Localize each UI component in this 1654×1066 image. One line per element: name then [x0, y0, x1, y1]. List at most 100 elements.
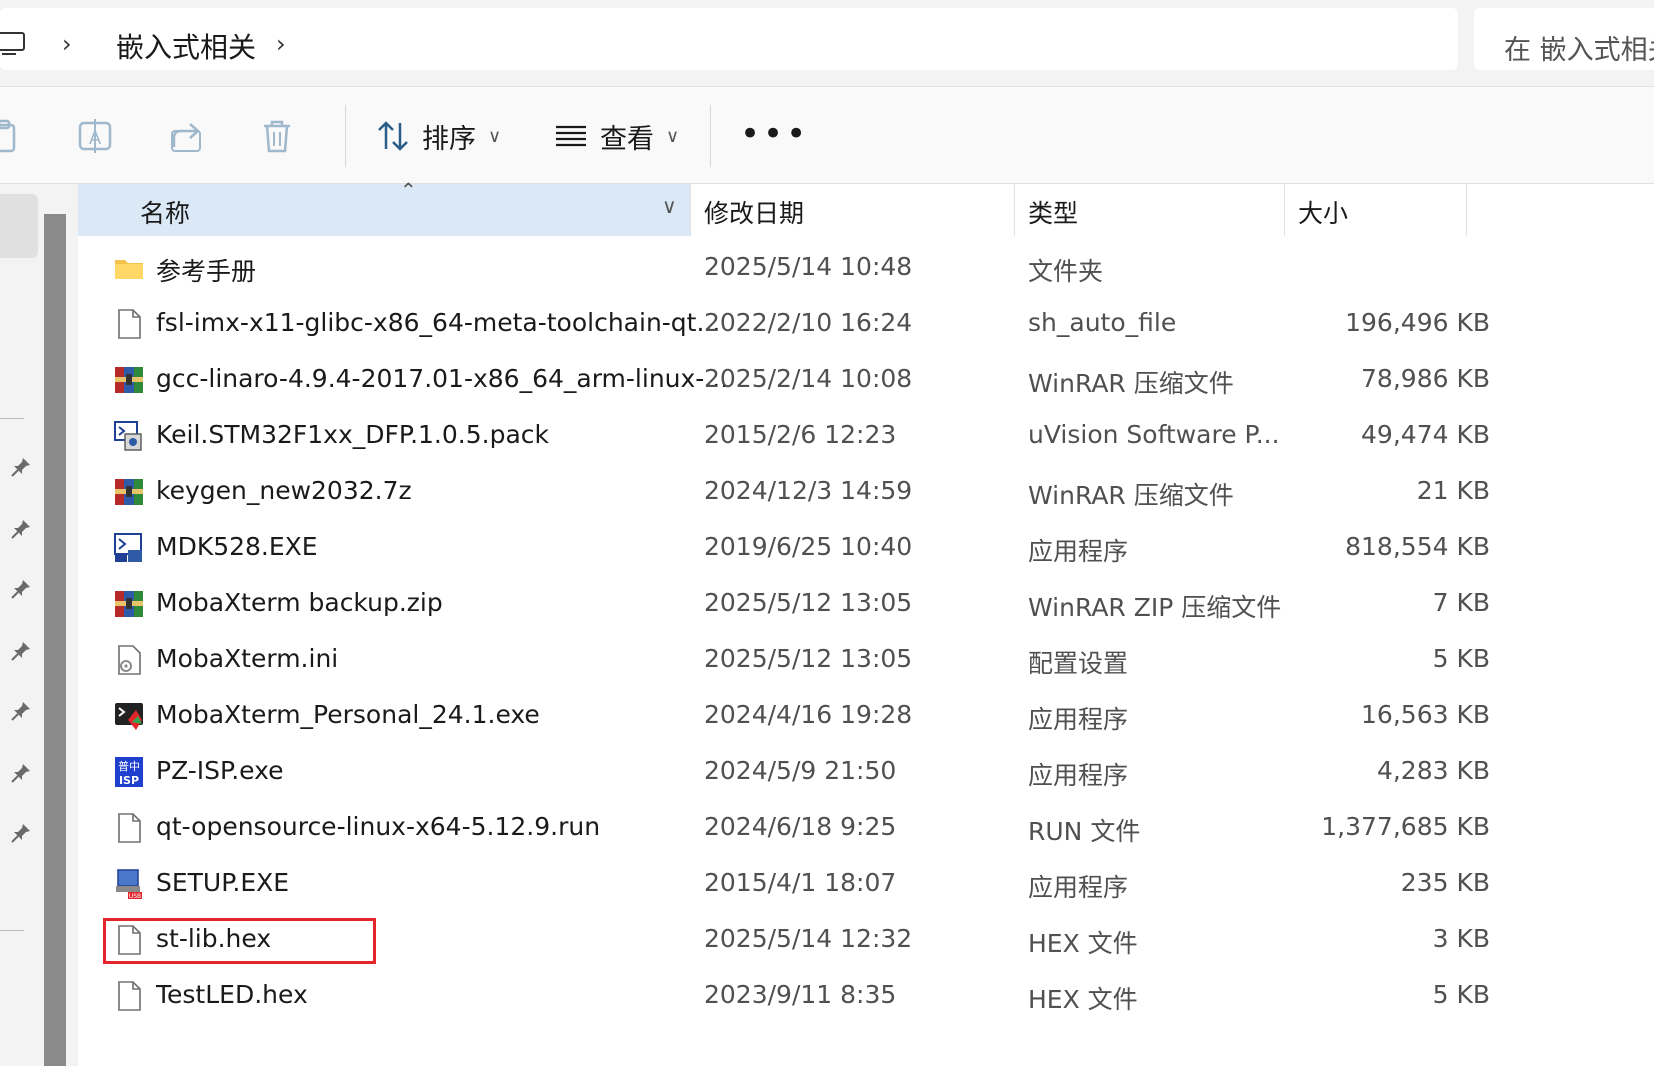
column-filter-chevron-icon[interactable]: ∨: [662, 194, 677, 218]
pin-icon[interactable]: [10, 700, 32, 722]
nav-selected-item[interactable]: [0, 194, 38, 258]
view-button[interactable]: 查看 ∨: [554, 105, 679, 167]
file-rows: 参考手册 2025/5/14 10:48 文件夹 fsl-imx-x11-glibc-…: [78, 240, 1654, 1024]
file-size: 7 KB: [1432, 588, 1490, 617]
file-size: 1,377,685 KB: [1321, 812, 1490, 841]
breadcrumb-current-folder[interactable]: 嵌入式相关: [116, 26, 256, 66]
file-name: fsl-imx-x11-glibc-x86_64-meta-toolchain-…: [156, 308, 721, 337]
file-date: 2024/6/18 9:25: [704, 812, 897, 841]
file-row[interactable]: keygen_new2032.7z 2024/12/3 14:59 WinRAR 压…: [78, 464, 1654, 520]
file-row[interactable]: fsl-imx-x11-glibc-x86_64-meta-toolchain-…: [78, 296, 1654, 352]
generic-file-icon: [114, 308, 144, 340]
search-placeholder: 在 嵌入式相关: [1504, 35, 1654, 66]
file-date: 2023/9/11 8:35: [704, 980, 897, 1009]
file-type: HEX 文件: [1028, 985, 1138, 1014]
pin-icon[interactable]: [10, 762, 32, 784]
keil-exe-icon: [114, 532, 144, 564]
file-type: 配置设置: [1028, 649, 1129, 678]
file-date: 2025/2/14 10:08: [704, 364, 913, 393]
pin-icon[interactable]: [10, 640, 32, 662]
file-row[interactable]: TestLED.hex 2023/9/11 8:35 HEX 文件 5 KB: [78, 968, 1654, 1024]
delete-icon[interactable]: [258, 117, 296, 155]
column-header-size[interactable]: 大小: [1298, 194, 1348, 230]
winrar-icon: [114, 364, 144, 396]
file-type: HEX 文件: [1028, 929, 1138, 958]
file-row[interactable]: 参考手册 2025/5/14 10:48 文件夹: [78, 240, 1654, 296]
file-name: qt-opensource-linux-x64-5.12.9.run: [156, 812, 601, 841]
file-type: WinRAR 压缩文件: [1028, 481, 1234, 510]
paste-icon[interactable]: [0, 117, 24, 155]
rename-icon[interactable]: A: [76, 117, 114, 155]
file-name: PZ-ISP.exe: [156, 756, 284, 785]
file-name: TestLED.hex: [156, 980, 308, 1009]
pz-isp-icon: 普中 ISP: [114, 756, 144, 788]
settings-file-icon: [114, 644, 144, 676]
file-date: 2015/2/6 12:23: [704, 420, 897, 449]
file-row[interactable]: qt-opensource-linux-x64-5.12.9.run 2024/6…: [78, 800, 1654, 856]
file-size: 3 KB: [1432, 924, 1490, 953]
pin-icon[interactable]: [10, 518, 32, 540]
file-date: 2025/5/14 12:32: [704, 924, 913, 953]
file-row[interactable]: Keil.STM32F1xx_DFP.1.0.5.pack 2015/2/6 12…: [78, 408, 1654, 464]
column-separator[interactable]: [1466, 184, 1467, 236]
more-options-button[interactable]: •••: [740, 117, 809, 151]
column-separator[interactable]: [690, 184, 691, 236]
file-date: 2024/5/9 21:50: [704, 756, 897, 785]
file-row[interactable]: 普中 ISP PZ-ISP.exe 2024/5/9 21:50 应用程序 4,283 K…: [78, 744, 1654, 800]
file-date: 2025/5/14 10:48: [704, 252, 913, 281]
search-box[interactable]: 在 嵌入式相关: [1474, 8, 1654, 70]
file-size: 235 KB: [1400, 868, 1490, 897]
sort-icon: [378, 121, 408, 151]
breadcrumb-chevron-icon[interactable]: ›: [276, 30, 286, 58]
folder-icon: [114, 252, 144, 284]
column-separator[interactable]: [1014, 184, 1015, 236]
file-row[interactable]: MobaXterm backup.zip 2025/5/12 13:05 WinRA…: [78, 576, 1654, 632]
column-separator[interactable]: [1284, 184, 1285, 236]
sort-ascending-caret-icon: ⌃: [400, 178, 417, 202]
chevron-down-icon: ∨: [666, 125, 680, 147]
file-type: 文件夹: [1028, 257, 1104, 286]
address-bar[interactable]: › 嵌入式相关 ›: [0, 8, 1458, 70]
sort-button[interactable]: 排序 ∨: [376, 105, 501, 167]
breadcrumb-chevron-icon[interactable]: ›: [62, 30, 72, 58]
file-row[interactable]: st-lib.hex 2025/5/14 12:32 HEX 文件 3 KB: [78, 912, 1654, 968]
file-row[interactable]: MobaXterm_Personal_24.1.exe 2024/4/16 19:…: [78, 688, 1654, 744]
file-row[interactable]: USB SETUP.EXE 2015/4/1 18:07 应用程序 235 KB: [78, 856, 1654, 912]
nav-divider: [0, 930, 24, 931]
column-header-type[interactable]: 类型: [1028, 194, 1078, 230]
column-header-date[interactable]: 修改日期: [704, 194, 804, 230]
file-date: 2022/2/10 16:24: [704, 308, 913, 337]
chevron-down-icon: ∨: [488, 125, 502, 147]
pin-icon[interactable]: [10, 456, 32, 478]
file-name: gcc-linaro-4.9.4-2017.01-x86_64_arm-linu…: [156, 364, 729, 393]
winrar-icon: [114, 476, 144, 508]
file-list: ⌃ 名称 ∨ 修改日期 类型 大小 参考手册 2025/5/14 10:48 文件夹…: [78, 178, 1654, 1066]
file-row[interactable]: MobaXterm.ini 2025/5/12 13:05 配置设置 5 KB: [78, 632, 1654, 688]
pin-icon[interactable]: [10, 822, 32, 844]
file-type: 应用程序: [1028, 873, 1129, 902]
pin-icon[interactable]: [10, 578, 32, 600]
sort-label: 排序: [422, 123, 476, 155]
file-type: RUN 文件: [1028, 817, 1141, 846]
file-size: 78,986 KB: [1361, 364, 1490, 393]
view-list-icon: [556, 125, 586, 147]
file-size: 21 KB: [1416, 476, 1490, 505]
this-pc-icon[interactable]: [0, 32, 26, 56]
generic-file-icon: [114, 812, 144, 844]
generic-file-icon: [114, 980, 144, 1012]
column-header-name[interactable]: 名称: [140, 194, 190, 230]
file-date: 2024/4/16 19:28: [704, 700, 913, 729]
svg-text:普中: 普中: [118, 759, 140, 773]
winrar-icon: [114, 588, 144, 620]
file-date: 2019/6/25 10:40: [704, 532, 913, 561]
nav-scrollbar[interactable]: [44, 214, 66, 1066]
navigation-pane: [0, 184, 40, 1066]
generic-file-icon: [114, 924, 144, 956]
share-icon[interactable]: [168, 117, 206, 155]
file-size: 49,474 KB: [1361, 420, 1490, 449]
column-header-row: ⌃ 名称 ∨ 修改日期 类型 大小: [78, 178, 1654, 236]
file-name: MobaXterm backup.zip: [156, 588, 443, 617]
file-row[interactable]: gcc-linaro-4.9.4-2017.01-x86_64_arm-linu…: [78, 352, 1654, 408]
file-row[interactable]: MDK528.EXE 2019/6/25 10:40 应用程序 818,554 KB: [78, 520, 1654, 576]
file-date: 2024/12/3 14:59: [704, 476, 913, 505]
